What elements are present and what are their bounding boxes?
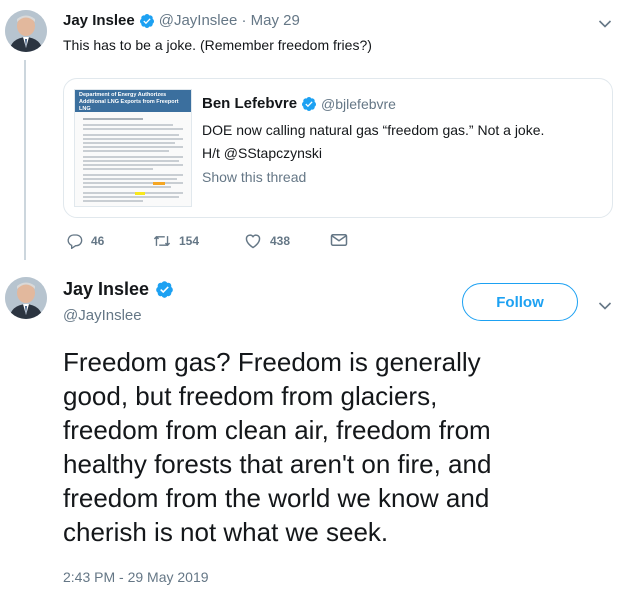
tweet-body: Freedom gas? Freedom is generally good, … (63, 345, 608, 549)
document-header: Department of Energy Authorizes Addition… (75, 90, 191, 112)
chevron-down-icon[interactable] (598, 298, 612, 316)
retweet-button[interactable]: 154 (153, 233, 199, 249)
avatar[interactable] (5, 10, 47, 52)
reply-icon (67, 233, 83, 249)
quoted-author-name[interactable]: Ben Lefebvre (202, 95, 297, 112)
handle[interactable]: @JayInslee (63, 307, 142, 324)
tweet-body-line: healthy forests that aren't on fire, and (63, 449, 492, 479)
tweet-text: This has to be a joke. (Remember freedom… (63, 37, 372, 53)
reply-button[interactable]: 46 (67, 233, 104, 249)
document-screenshot-image: Department of Energy Authorizes Addition… (74, 89, 192, 207)
tweet-body-line: freedom from clean air, freedom from (63, 415, 491, 445)
reply-count: 46 (91, 234, 105, 248)
quoted-handle[interactable]: @bjlefebvre (321, 96, 396, 112)
tweet-timestamp[interactable]: 2:43 PM - 29 May 2019 (63, 569, 209, 585)
direct-message-button[interactable] (330, 233, 348, 247)
handle-and-date[interactable]: @JayInslee · May 29 (159, 12, 300, 29)
tweet-body-line: cherish is not what we seek. (63, 517, 389, 547)
tweet-body-line: freedom from the world we know and (63, 483, 490, 513)
verified-badge-icon (155, 280, 174, 299)
show-thread-link[interactable]: Show this thread (202, 169, 306, 185)
direct-message-icon (330, 233, 348, 247)
like-count: 438 (270, 234, 291, 248)
tweet-body-line: Freedom gas? Freedom is generally (63, 347, 481, 377)
avatar[interactable] (5, 277, 47, 319)
like-button[interactable]: 438 (244, 233, 290, 249)
author-name[interactable]: Jay Inslee (63, 12, 135, 29)
verified-badge-icon (301, 96, 317, 112)
retweet-count: 154 (179, 234, 200, 248)
follow-button[interactable]: Follow (462, 283, 578, 321)
like-icon (244, 233, 262, 249)
avatar-portrait-icon (5, 277, 47, 319)
thread-connector-line (24, 60, 26, 260)
quoted-text-line-2: H/t @SStapczynski (202, 145, 323, 161)
verified-badge-icon (139, 13, 155, 29)
quoted-tweet-card[interactable]: Department of Energy Authorizes Addition… (63, 78, 613, 218)
avatar-portrait-icon (5, 10, 47, 52)
quoted-text-line-1: DOE now calling natural gas “freedom gas… (202, 122, 545, 138)
tweet-body-line: good, but freedom from glaciers, (63, 381, 438, 411)
chevron-down-icon[interactable] (598, 16, 612, 34)
retweet-icon (153, 233, 171, 249)
author-name[interactable]: Jay Inslee (63, 279, 149, 300)
